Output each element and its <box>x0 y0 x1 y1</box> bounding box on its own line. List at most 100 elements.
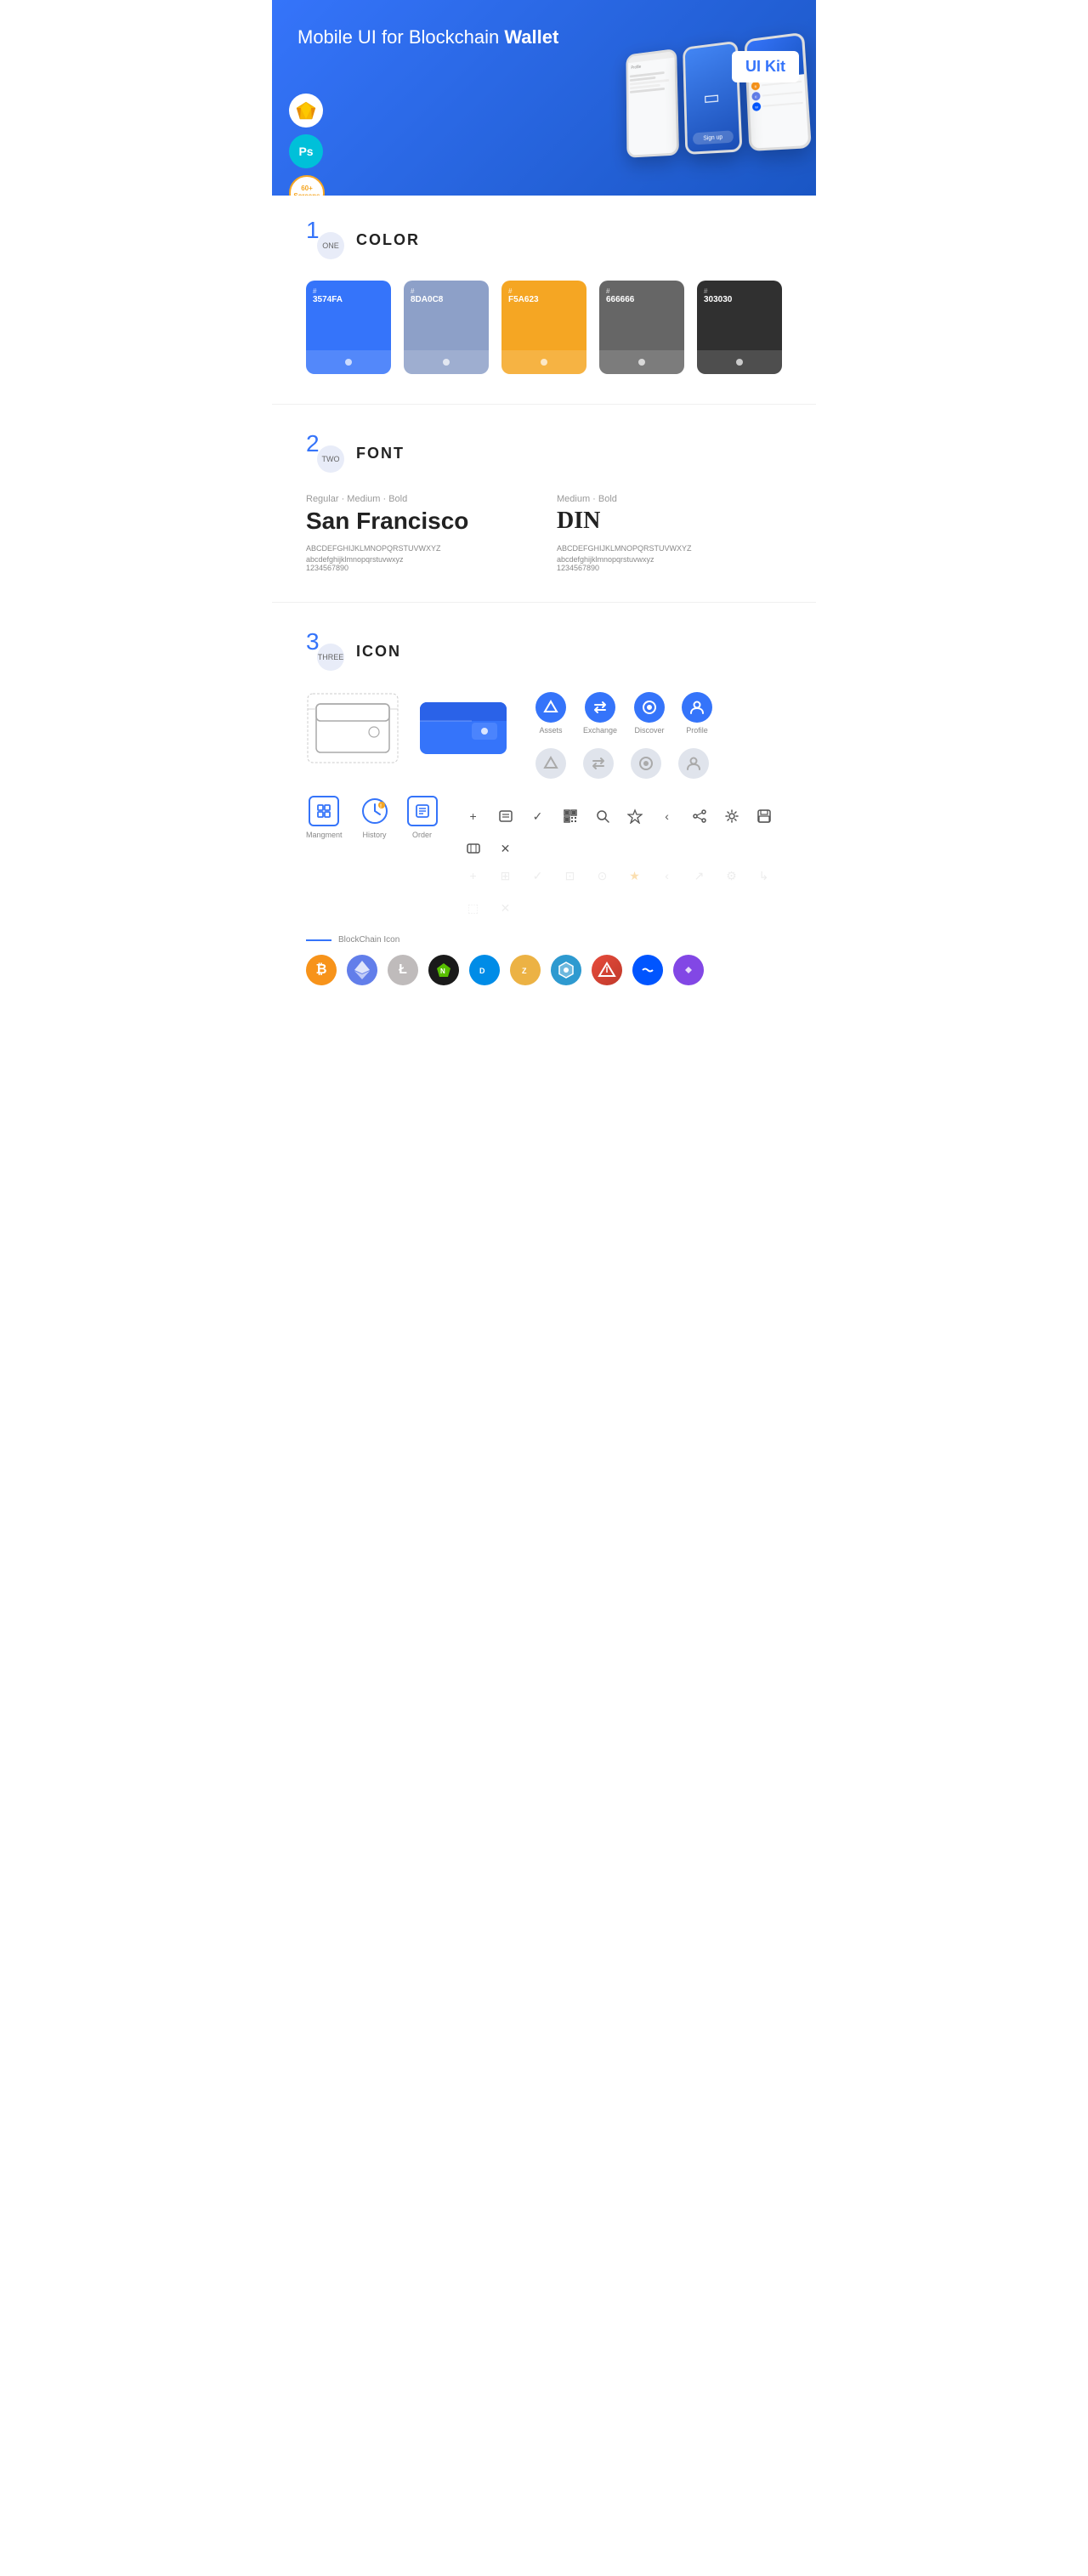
font-din: Medium · Bold DIN ABCDEFGHIJKLMNOPQRSTUV… <box>557 494 782 572</box>
phone-1: Profile <box>626 48 679 158</box>
resize-icon-ghost: ⬚ <box>463 898 484 918</box>
swatch-gold: #F5A623 <box>502 281 586 374</box>
font-din-upper: ABCDEFGHIJKLMNOPQRSTUVWXYZ <box>557 542 782 555</box>
qr-icon <box>560 806 581 826</box>
exchange-icon-inactive <box>583 748 614 779</box>
ark-icon <box>592 955 622 985</box>
nav-icon-exchange: Exchange <box>583 692 617 735</box>
font-sf: Regular · Medium · Bold San Francisco AB… <box>306 494 531 572</box>
swatch-dark: #303030 <box>697 281 782 374</box>
assets-icon <box>536 692 566 723</box>
check-icon-ghost: ✓ <box>528 865 548 886</box>
discover-icon <box>634 692 665 723</box>
color-section-header: 1 ONE COLOR <box>306 221 782 259</box>
nav-icon-assets: Assets <box>536 692 566 735</box>
assets-icon-inactive <box>536 748 566 779</box>
waves-icon <box>632 955 663 985</box>
nav-icons-group: Assets Exchange Discover <box>536 692 712 779</box>
icon-section-number: 3 THREE <box>306 633 344 671</box>
font-din-label: Medium · Bold <box>557 494 782 504</box>
save-icon-ghost: ↳ <box>754 865 774 886</box>
font-din-lower: abcdefghijklmnopqrstuvwxyz <box>557 555 782 564</box>
share-icon-ghost: ↗ <box>689 865 710 886</box>
icon-top-area: Assets Exchange Discover <box>306 692 782 779</box>
ltc-icon: Ł <box>388 955 418 985</box>
color-section-number: 1 ONE <box>306 221 344 259</box>
wallet-wireframe-icon <box>306 692 400 764</box>
blockchain-line <box>306 939 332 941</box>
order-icon <box>407 796 438 826</box>
nav-icons-active-row: Assets Exchange Discover <box>536 692 712 735</box>
photoshop-badge: Ps <box>289 134 323 168</box>
misc-icons-row-1: + ✓ ‹ <box>463 806 782 859</box>
font-sf-numbers: 1234567890 <box>306 564 531 572</box>
font-sf-name: San Francisco <box>306 508 531 535</box>
icon-section: 3 THREE ICON <box>272 607 816 1011</box>
eth-icon <box>347 955 377 985</box>
swatch-blue: #3574FA <box>306 281 391 374</box>
misc-icons-group: + ✓ ‹ <box>463 796 782 918</box>
ui-kit-badge: UI Kit <box>732 51 799 82</box>
star-icon <box>625 806 645 826</box>
svg-text:!: ! <box>380 804 382 809</box>
management-icon <box>309 796 339 826</box>
list-icon <box>496 806 516 826</box>
blockchain-text: BlockChain Icon <box>338 935 400 945</box>
icon-history: ! History <box>360 796 390 839</box>
nav-icon-profile-inactive <box>678 748 709 779</box>
font-din-name: DIN <box>557 508 782 535</box>
svg-text:Z: Z <box>522 967 527 975</box>
swatch-gray: #666666 <box>599 281 684 374</box>
resize-icon <box>463 838 484 859</box>
search-icon-ghost: ⊙ <box>592 865 613 886</box>
neo-icon: N <box>428 955 459 985</box>
plus-icon-ghost: + <box>463 865 484 886</box>
color-swatches: #3574FA #8DA0C8 #F5A623 #666666 #303030 <box>306 281 782 374</box>
profile-icon-active <box>682 692 712 723</box>
svg-text:N: N <box>440 967 445 975</box>
settings-icon <box>722 806 742 826</box>
history-icon: ! <box>360 796 390 826</box>
exchange-icon <box>585 692 615 723</box>
matic-icon <box>673 955 704 985</box>
hero-badges: Ps 60+Screens <box>289 94 325 196</box>
nav-icon-discover: Discover <box>634 692 665 735</box>
qtum-icon <box>551 955 581 985</box>
font-sf-label: Regular · Medium · Bold <box>306 494 531 504</box>
font-din-numbers: 1234567890 <box>557 564 782 572</box>
icon-management: Mangment <box>306 796 343 839</box>
sketch-icon <box>295 100 317 121</box>
nav-icon-profile: Profile <box>682 692 712 735</box>
font-grid: Regular · Medium · Bold San Francisco AB… <box>306 494 782 572</box>
font-section: 2 TWO FONT Regular · Medium · Bold San F… <box>272 409 816 598</box>
nav-icons-inactive-row <box>536 748 712 779</box>
hero-title-bold: Wallet <box>504 26 558 48</box>
list-icon-ghost: ⊞ <box>496 865 516 886</box>
nav-icon-exchange-inactive <box>583 748 614 779</box>
zec-icon: Z <box>510 955 541 985</box>
back-icon-ghost: ‹ <box>657 865 677 886</box>
check-icon: ✓ <box>528 806 548 826</box>
btc-icon: ₿ <box>306 955 337 985</box>
icon-wireframe <box>306 692 400 764</box>
hero-title-regular: Mobile UI for Blockchain <box>298 26 504 48</box>
back-icon: ‹ <box>657 806 677 826</box>
blockchain-label: BlockChain Icon <box>306 935 782 945</box>
hero-section: Mobile UI for Blockchain Wallet UI Kit P… <box>272 0 816 196</box>
font-section-header: 2 TWO FONT <box>306 434 782 473</box>
close-icon: ✕ <box>496 838 516 859</box>
hero-title: Mobile UI for Blockchain Wallet <box>298 26 558 50</box>
search-icon <box>592 806 613 826</box>
dash-icon: D <box>469 955 500 985</box>
misc-icons-row-2: + ⊞ ✓ ⊡ ⊙ ★ ‹ ↗ ⚙ ↳ ⬚ ✕ <box>463 865 782 918</box>
icon-title: ICON <box>356 643 401 661</box>
settings-icon-ghost: ⚙ <box>722 865 742 886</box>
font-sf-upper: ABCDEFGHIJKLMNOPQRSTUVWXYZ <box>306 542 531 555</box>
phone-3: myWallet $6,297 B E W <box>744 32 811 151</box>
swatch-slate: #8DA0C8 <box>404 281 489 374</box>
plus-icon: + <box>463 806 484 826</box>
font-section-number: 2 TWO <box>306 434 344 473</box>
icon-order: Order <box>407 796 438 839</box>
color-title: COLOR <box>356 231 420 249</box>
profile-icon-inactive <box>678 748 709 779</box>
